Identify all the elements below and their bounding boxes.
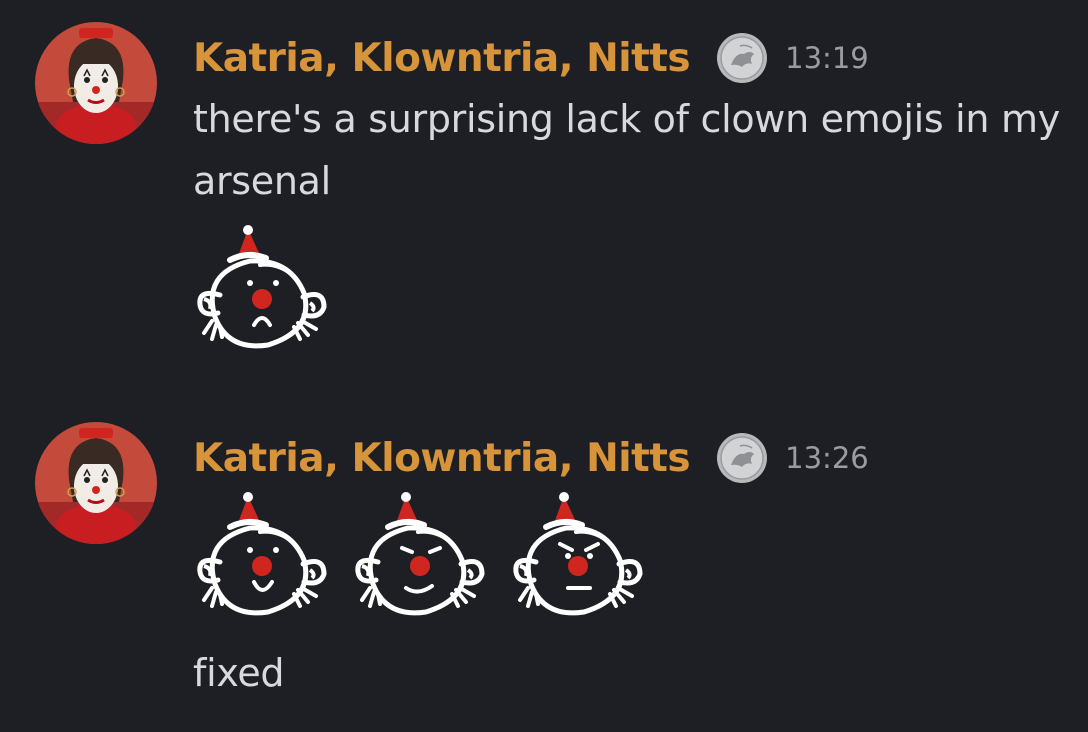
chat-log: Katria, Klowntria, Nitts 13:19 there's a…	[0, 0, 1088, 732]
timestamp[interactable]: 13:19	[785, 41, 869, 75]
emoji-row	[190, 225, 340, 355]
clown-happy-emoji-icon[interactable]	[190, 492, 340, 622]
emoji-row	[190, 492, 656, 622]
clown-sad-emoji-icon[interactable]	[190, 225, 340, 355]
avatar[interactable]	[35, 22, 157, 144]
message-header: Katria, Klowntria, Nitts 13:19	[193, 32, 869, 84]
coin-badge-icon[interactable]	[716, 432, 768, 484]
username[interactable]: Katria, Klowntria, Nitts	[193, 36, 691, 81]
timestamp[interactable]: 13:26	[785, 441, 869, 475]
message-text: fixed	[193, 651, 285, 695]
clown-smirk-emoji-icon[interactable]	[348, 492, 498, 622]
message-text: there's a surprising lack of clown emoji…	[193, 97, 1060, 203]
coin-badge-icon[interactable]	[716, 32, 768, 84]
username[interactable]: Katria, Klowntria, Nitts	[193, 436, 691, 481]
clown-angry-emoji-icon[interactable]	[506, 492, 656, 622]
avatar[interactable]	[35, 422, 157, 544]
message-header: Katria, Klowntria, Nitts 13:26	[193, 432, 869, 484]
